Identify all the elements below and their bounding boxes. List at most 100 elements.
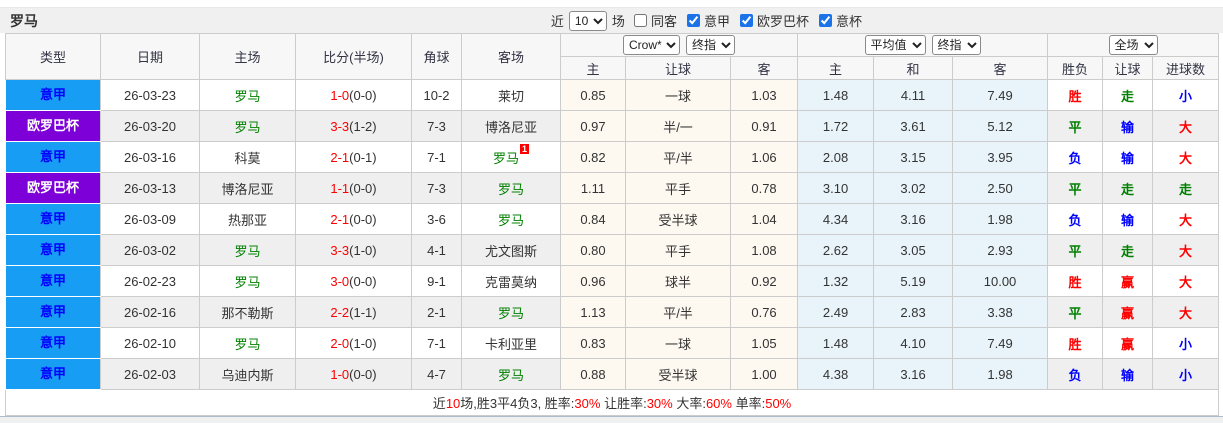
europa-league-checkbox[interactable] bbox=[739, 14, 753, 27]
score-cell: 3-0(0-0) bbox=[295, 265, 412, 297]
asian-home-odds-cell: 0.80 bbox=[560, 234, 626, 266]
match-row: 意甲 26-02-23 罗马 3-0(0-0) 9-1 克雷莫纳 0.96 球半 0.92 1.3… bbox=[5, 265, 1220, 297]
score-cell: 3-3(1-0) bbox=[295, 234, 412, 266]
corners-cell: 9-1 bbox=[411, 265, 462, 297]
result-wdl-cell: 负 bbox=[1047, 203, 1104, 235]
euro-away-odds-cell: 2.93 bbox=[952, 234, 1049, 266]
score-cell: 2-1(0-1) bbox=[295, 141, 412, 173]
half-time-score: (1-1) bbox=[349, 304, 377, 320]
result-wdl-cell: 负 bbox=[1047, 358, 1104, 390]
euro-home-odds-cell: 1.32 bbox=[797, 265, 875, 297]
corners-cell: 3-6 bbox=[411, 203, 462, 235]
summary-text: 近10场,胜3平4负3, 胜率:30% 让胜率:30% 大率:60% 单率:50… bbox=[4, 389, 1220, 416]
col-header-league: 类型 bbox=[5, 33, 101, 80]
home-team-name: 罗马 bbox=[234, 88, 261, 104]
col-header-asian-handicap: 让球 bbox=[625, 56, 731, 80]
away-team-cell: 博洛尼亚 bbox=[461, 110, 561, 142]
asian-away-odds-cell: 1.08 bbox=[729, 234, 799, 266]
summary-segment: 单率: bbox=[731, 396, 766, 411]
asian-handicap-cell: 平手 bbox=[625, 234, 731, 266]
asian-handicap-cell: 球半 bbox=[625, 265, 731, 297]
period-select[interactable]: 全场 bbox=[1108, 35, 1158, 55]
away-team-cell: 卡利亚里 bbox=[461, 327, 561, 359]
euro-home-odds-cell: 1.48 bbox=[797, 79, 875, 111]
euro-source-select[interactable]: 平均值 bbox=[864, 35, 926, 55]
league-badge: 意甲 bbox=[6, 80, 100, 110]
asian-away-odds-cell: 0.76 bbox=[729, 296, 799, 328]
full-time-score: 1-0 bbox=[330, 366, 350, 382]
full-time-score: 1-1 bbox=[330, 180, 350, 196]
summary-segment: 大率: bbox=[672, 396, 706, 411]
corners-cell: 7-1 bbox=[411, 327, 462, 359]
euro-draw-odds-cell: 3.16 bbox=[873, 358, 954, 390]
match-row: 欧罗巴杯 26-03-20 罗马 3-3(1-2) 7-3 博洛尼亚 0.97 半/一 0.91… bbox=[5, 110, 1220, 142]
serie-a-checkbox[interactable] bbox=[686, 14, 700, 27]
date-cell: 26-02-03 bbox=[100, 358, 200, 390]
home-team-cell: 乌迪内斯 bbox=[199, 358, 296, 390]
col-header-home: 主场 bbox=[199, 33, 296, 80]
summary-segment: 近 bbox=[432, 396, 446, 411]
asian-handicap-cell: 平/半 bbox=[625, 141, 731, 173]
date-cell: 26-02-16 bbox=[100, 296, 200, 328]
score-cell: 2-0(1-0) bbox=[295, 327, 412, 359]
away-team-cell: 罗马 bbox=[461, 203, 561, 235]
asian-away-odds-cell: 1.06 bbox=[729, 141, 799, 173]
full-time-score: 3-0 bbox=[330, 273, 350, 289]
result-group-header: 全场 bbox=[1047, 33, 1220, 57]
half-time-score: (0-0) bbox=[349, 366, 377, 382]
asian-bookmaker-select[interactable]: Crow* bbox=[623, 35, 681, 55]
league-cell: 意甲 bbox=[5, 358, 101, 390]
asian-away-odds-cell: 0.78 bbox=[729, 172, 799, 204]
league-badge: 意甲 bbox=[6, 297, 100, 327]
euro-draw-odds-cell: 2.83 bbox=[873, 296, 954, 328]
away-team-name: 罗马 bbox=[492, 150, 519, 166]
home-team-name: 罗马 bbox=[234, 336, 261, 352]
away-team-cell: 罗马 bbox=[461, 172, 561, 204]
euro-away-odds-cell: 3.38 bbox=[952, 296, 1049, 328]
coppa-italia-checkbox[interactable] bbox=[818, 14, 832, 27]
away-team-name: 罗马 bbox=[497, 181, 524, 197]
score-cell: 3-3(1-2) bbox=[295, 110, 412, 142]
asian-away-odds-cell: 1.00 bbox=[729, 358, 799, 390]
result-handicap-cell: 走 bbox=[1102, 172, 1154, 204]
result-handicap-cell: 赢 bbox=[1102, 265, 1154, 297]
same-away-checkbox[interactable] bbox=[633, 14, 647, 27]
away-team-name: 莱切 bbox=[497, 88, 524, 104]
asian-handicap-cell: 平/半 bbox=[625, 296, 731, 328]
home-team-name: 罗马 bbox=[234, 274, 261, 290]
coppa-italia-label: 意杯 bbox=[835, 14, 862, 29]
corners-cell: 7-3 bbox=[411, 110, 462, 142]
toolbar-controls: 近 10 场 同客 意甲 欧罗巴杯 意杯 bbox=[551, 10, 863, 31]
match-row: 意甲 26-02-16 那不勒斯 2-2(1-1) 2-1 罗马 1.13 平/半 0.76 2.… bbox=[5, 296, 1220, 328]
euro-odds-time-select[interactable]: 终指 bbox=[931, 35, 981, 55]
asian-odds-time-select[interactable]: 终指 bbox=[686, 35, 736, 55]
full-time-score: 2-1 bbox=[330, 149, 350, 165]
col-header-corners: 角球 bbox=[411, 33, 462, 80]
league-cell: 意甲 bbox=[5, 141, 101, 173]
league-badge: 意甲 bbox=[6, 235, 100, 265]
euro-draw-odds-cell: 3.16 bbox=[873, 203, 954, 235]
euro-away-odds-cell: 2.50 bbox=[952, 172, 1049, 204]
half-time-score: (0-0) bbox=[349, 87, 377, 103]
euro-away-odds-cell: 10.00 bbox=[952, 265, 1049, 297]
asian-home-odds-cell: 1.13 bbox=[560, 296, 626, 328]
match-row: 意甲 26-03-16 科莫 2-1(0-1) 7-1 罗马1 0.82 平/半 1.06 2.0… bbox=[5, 141, 1220, 173]
recent-count-select[interactable]: 10 bbox=[568, 10, 607, 31]
league-badge: 意甲 bbox=[6, 142, 100, 172]
league-badge: 意甲 bbox=[6, 359, 100, 389]
result-wdl-cell: 平 bbox=[1047, 110, 1104, 142]
result-goals-cell: 小 bbox=[1152, 79, 1220, 111]
half-time-score: (1-2) bbox=[349, 118, 377, 134]
league-badge: 欧罗巴杯 bbox=[6, 173, 100, 203]
corners-cell: 7-3 bbox=[411, 172, 462, 204]
away-team-cell: 莱切 bbox=[461, 79, 561, 111]
page-top-strip bbox=[0, 0, 1223, 8]
away-team-name: 罗马 bbox=[497, 305, 524, 321]
half-time-score: (0-0) bbox=[349, 180, 377, 196]
asian-handicap-cell: 一球 bbox=[625, 79, 731, 111]
date-cell: 26-02-23 bbox=[100, 265, 200, 297]
euro-home-odds-cell: 3.10 bbox=[797, 172, 875, 204]
away-team-name: 博洛尼亚 bbox=[484, 119, 537, 135]
home-team-name: 乌迪内斯 bbox=[221, 367, 274, 383]
corners-cell: 2-1 bbox=[411, 296, 462, 328]
